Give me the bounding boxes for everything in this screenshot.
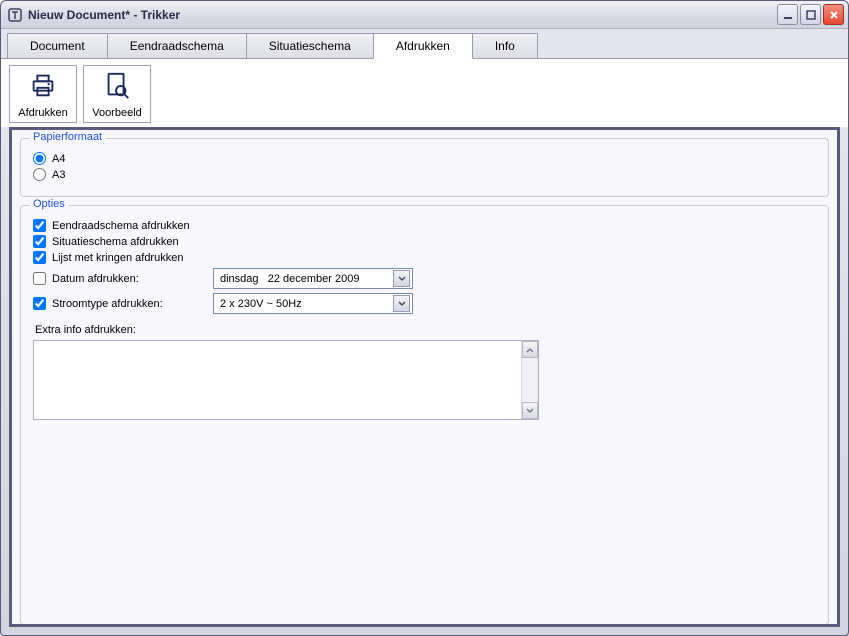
- check-stroom-input[interactable]: [33, 297, 46, 310]
- check-datum-input[interactable]: [33, 272, 46, 285]
- check-situatie-input[interactable]: [33, 235, 46, 248]
- check-kringen-label: Lijst met kringen afdrukken: [52, 252, 183, 264]
- check-eendraad-input[interactable]: [33, 219, 46, 232]
- papierformaat-legend: Papierformaat: [29, 131, 106, 143]
- preview-button[interactable]: Voorbeeld: [83, 65, 151, 123]
- minimize-button[interactable]: [777, 4, 798, 25]
- app-icon: [7, 7, 23, 23]
- content-frame: Papierformaat A4 A3 Opties Eendraadschem…: [9, 127, 840, 627]
- check-situatie[interactable]: Situatieschema afdrukken: [33, 235, 816, 248]
- tab-situatieschema[interactable]: Situatieschema: [246, 33, 374, 58]
- check-datum[interactable]: Datum afdrukken:: [33, 272, 213, 285]
- group-papierformaat: Papierformaat A4 A3: [20, 138, 829, 197]
- chevron-down-icon: [398, 273, 406, 285]
- row-datum: Datum afdrukken: dinsdag 22 december 200…: [33, 268, 816, 289]
- chevron-down-icon: [398, 298, 406, 310]
- toolbar: Afdrukken Voorbeeld: [1, 59, 848, 127]
- maximize-button[interactable]: [800, 4, 821, 25]
- stroom-select-value: 2 x 230V ~ 50Hz: [220, 298, 393, 310]
- tab-bar: Document Eendraadschema Situatieschema A…: [1, 29, 848, 59]
- extra-info-textarea[interactable]: [34, 341, 521, 419]
- check-datum-label: Datum afdrukken:: [52, 273, 139, 285]
- chevron-down-icon: [526, 405, 534, 417]
- check-stroom[interactable]: Stroomtype afdrukken:: [33, 297, 213, 310]
- tab-document[interactable]: Document: [7, 33, 108, 58]
- date-picker[interactable]: dinsdag 22 december 2009: [213, 268, 413, 289]
- row-stroom: Stroomtype afdrukken: 2 x 230V ~ 50Hz: [33, 293, 816, 314]
- textarea-scrollbar[interactable]: [521, 341, 538, 419]
- opties-legend: Opties: [29, 198, 69, 210]
- check-eendraad-label: Eendraadschema afdrukken: [52, 220, 190, 232]
- app-window: Nieuw Document* - Trikker Document Eendr…: [0, 0, 849, 636]
- stroom-select[interactable]: 2 x 230V ~ 50Hz: [213, 293, 413, 314]
- extra-info-field: [33, 340, 539, 420]
- radio-a4[interactable]: A4: [33, 152, 816, 165]
- titlebar: Nieuw Document* - Trikker: [1, 1, 848, 29]
- tab-info[interactable]: Info: [472, 33, 538, 58]
- check-kringen-input[interactable]: [33, 251, 46, 264]
- check-eendraad[interactable]: Eendraadschema afdrukken: [33, 219, 816, 232]
- check-situatie-label: Situatieschema afdrukken: [52, 236, 179, 248]
- close-button[interactable]: [823, 4, 844, 25]
- radio-a3[interactable]: A3: [33, 168, 816, 181]
- print-button-label: Afdrukken: [18, 107, 68, 119]
- extra-info-label: Extra info afdrukken:: [35, 324, 816, 336]
- window-controls: [777, 4, 844, 25]
- print-button[interactable]: Afdrukken: [9, 65, 77, 123]
- preview-icon: [102, 70, 132, 103]
- scroll-up-button[interactable]: [522, 341, 538, 358]
- tab-afdrukken[interactable]: Afdrukken: [373, 33, 473, 59]
- check-kringen[interactable]: Lijst met kringen afdrukken: [33, 251, 816, 264]
- date-picker-value: dinsdag 22 december 2009: [220, 273, 393, 285]
- chevron-up-icon: [526, 344, 534, 356]
- window-title: Nieuw Document* - Trikker: [28, 8, 777, 22]
- group-opties: Opties Eendraadschema afdrukken Situatie…: [20, 205, 829, 625]
- tab-eendraadschema[interactable]: Eendraadschema: [107, 33, 247, 58]
- scroll-down-button[interactable]: [522, 402, 538, 419]
- radio-a3-input[interactable]: [33, 168, 46, 181]
- printer-icon: [28, 70, 58, 103]
- check-stroom-label: Stroomtype afdrukken:: [52, 298, 163, 310]
- radio-a4-label: A4: [52, 153, 65, 165]
- radio-a3-label: A3: [52, 169, 65, 181]
- preview-button-label: Voorbeeld: [92, 107, 142, 119]
- date-picker-button[interactable]: [393, 270, 410, 287]
- radio-a4-input[interactable]: [33, 152, 46, 165]
- stroom-select-button[interactable]: [393, 295, 410, 312]
